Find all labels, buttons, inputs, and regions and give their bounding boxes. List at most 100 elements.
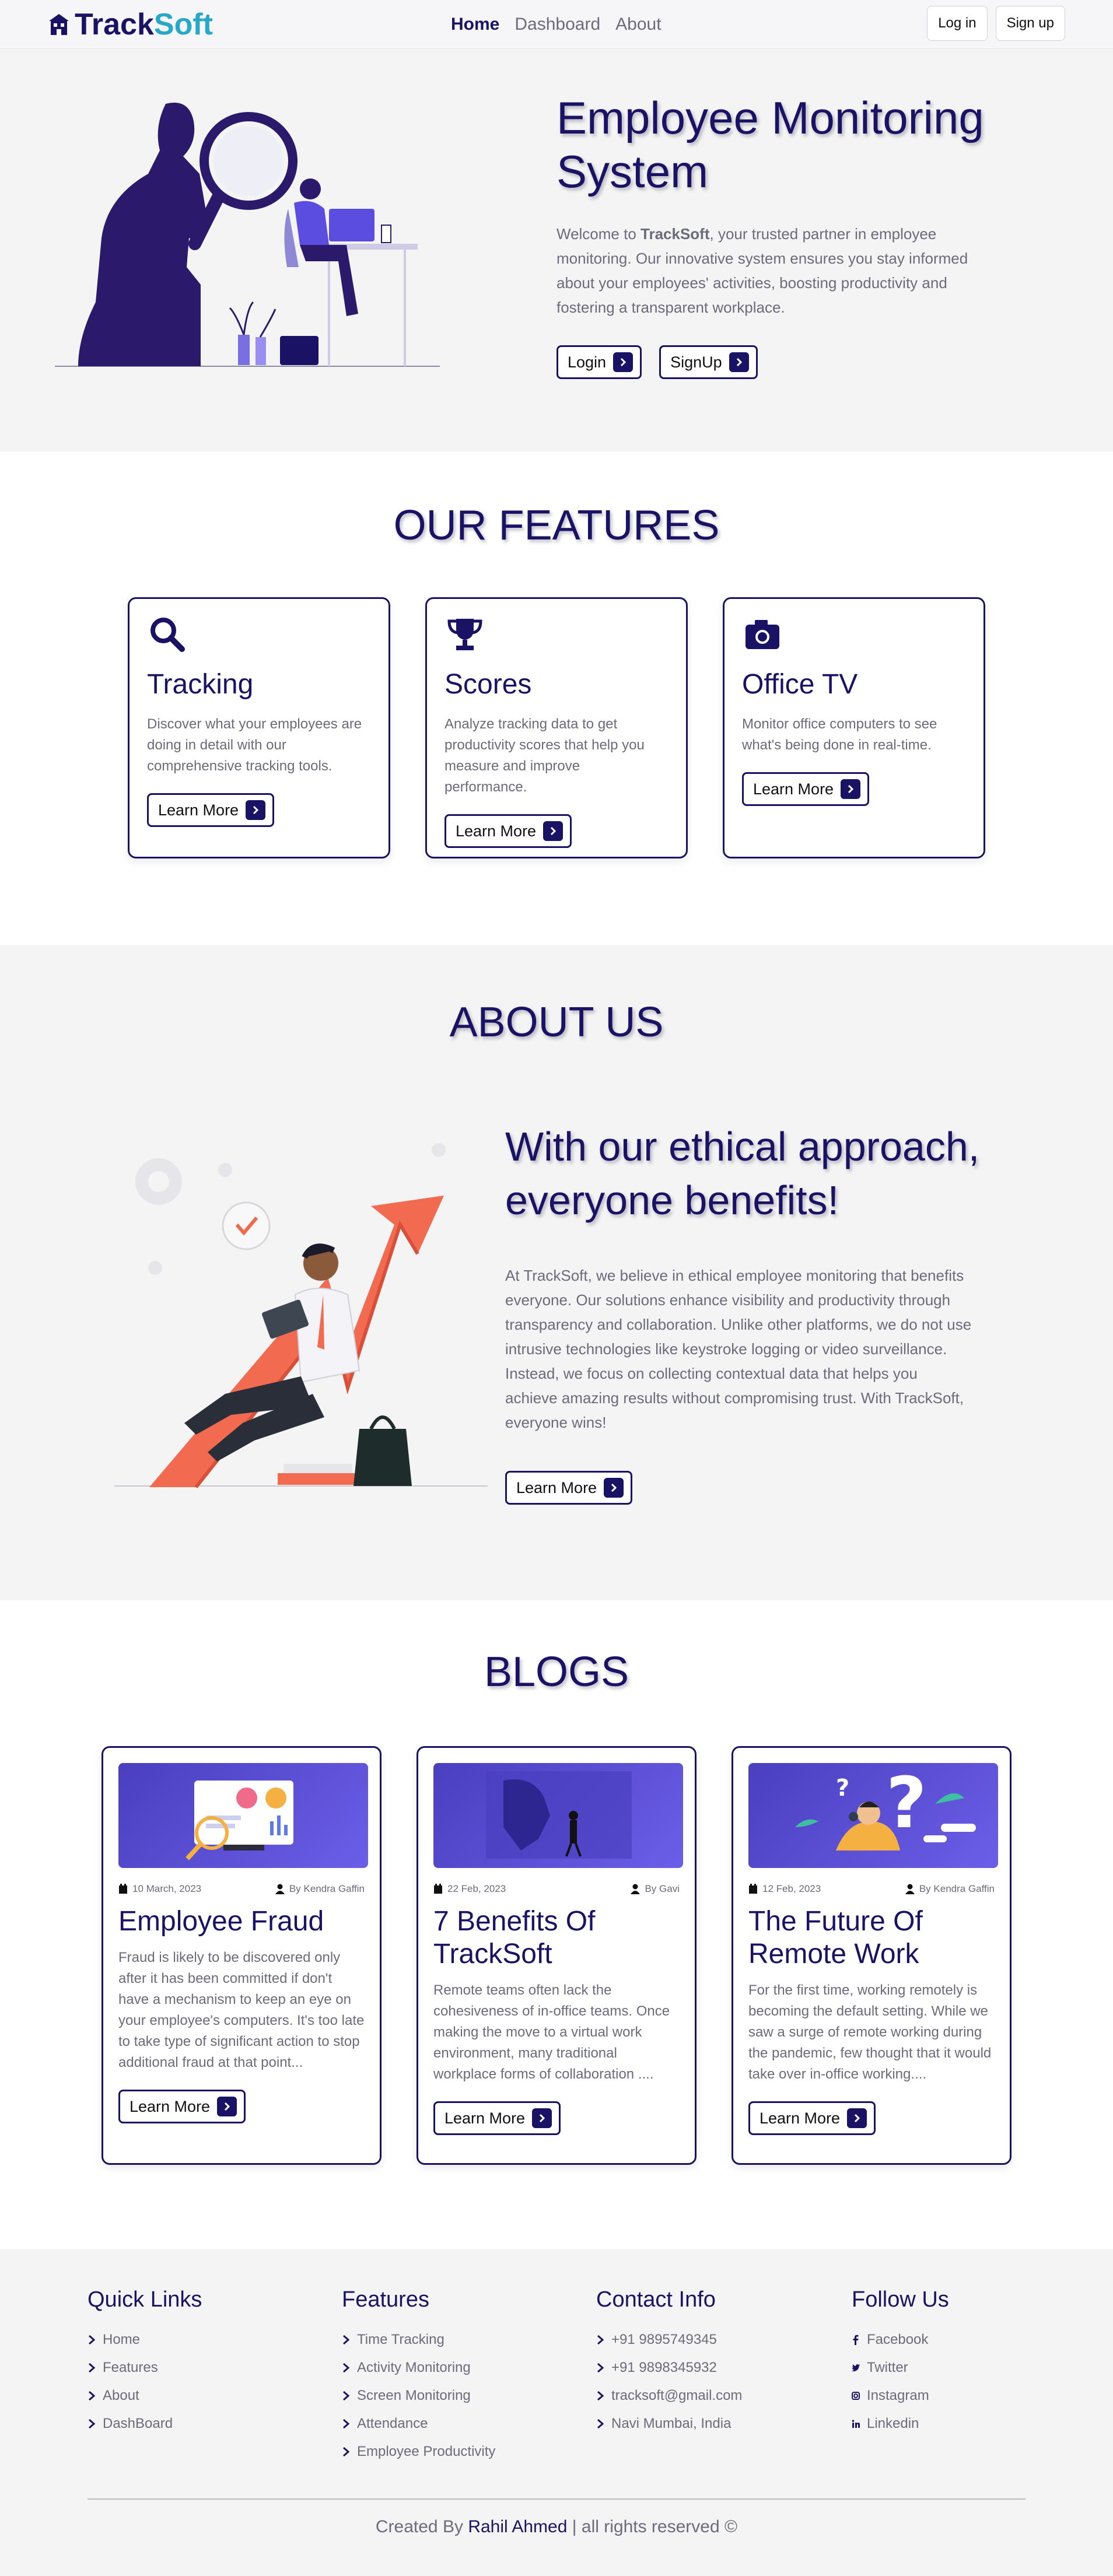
growth-illustration xyxy=(114,1143,488,1488)
about-text: With our ethical approach, everyone bene… xyxy=(505,1120,1030,1505)
svg-text:?: ? xyxy=(836,1775,849,1802)
about-learn-more-button[interactable]: Learn More xyxy=(505,1471,633,1505)
footer-link-time-tracking[interactable]: Time Tracking xyxy=(342,2326,495,2354)
blog-card: 22 Feb, 2023 By Gavi 7 Benefits Of Track… xyxy=(416,1746,696,2165)
chevron-right-icon xyxy=(343,2447,350,2457)
learn-more-label: Learn More xyxy=(456,822,537,840)
feature-description: Analyze tracking data to get productivit… xyxy=(444,716,645,795)
blog-title[interactable]: 7 Benefits Of TrackSoft xyxy=(433,1905,680,1971)
login-button[interactable]: Log in xyxy=(927,6,988,41)
chevron-right-icon xyxy=(597,2419,604,2429)
about-description: At TrackSoft, we believe in ethical empl… xyxy=(505,1267,972,1431)
nav-link-dashboard[interactable]: Dashboard xyxy=(514,14,600,35)
chevron-right-icon xyxy=(217,2097,237,2116)
silhouette-illustration xyxy=(486,1771,632,1859)
hero-title: Employee Monitoring System xyxy=(556,92,984,197)
footer-link-attendance[interactable]: Attendance xyxy=(342,2410,495,2438)
chevron-right-icon xyxy=(729,352,749,372)
footer-quick-links: Quick Links Home Features About DashBoar… xyxy=(88,2286,202,2438)
footer-link-twitter[interactable]: Twitter xyxy=(852,2354,949,2382)
learn-more-button[interactable]: Learn More xyxy=(433,2101,561,2135)
hero-signup-label: SignUp xyxy=(670,353,722,371)
learn-more-label: Learn More xyxy=(444,2109,526,2127)
blog-image xyxy=(433,1763,683,1868)
signup-button[interactable]: Sign up xyxy=(995,6,1065,41)
footer-link-facebook[interactable]: Facebook xyxy=(852,2326,949,2354)
learn-more-button[interactable]: Learn More xyxy=(444,814,572,848)
camera-icon xyxy=(746,620,779,649)
brand-track: Track xyxy=(75,8,154,41)
instagram-icon xyxy=(852,2392,860,2400)
footer-link-features[interactable]: Features xyxy=(88,2354,202,2382)
chevron-right-icon xyxy=(246,800,266,820)
chevron-right-icon xyxy=(89,2335,96,2345)
calendar-icon xyxy=(119,1884,127,1894)
chevron-right-icon xyxy=(343,2335,350,2345)
footer-link-linkedin[interactable]: Linkedin xyxy=(852,2410,949,2438)
feature-card-scores: Scores Analyze tracking data to get prod… xyxy=(425,597,688,858)
learn-more-button[interactable]: Learn More xyxy=(118,2090,246,2123)
footer-link-dashboard[interactable]: DashBoard xyxy=(88,2410,202,2438)
twitter-icon xyxy=(852,2364,860,2372)
learn-more-button[interactable]: Learn More xyxy=(742,772,870,806)
blog-date: 10 March, 2023 xyxy=(118,1883,201,1895)
top-navbar: TrackSoft Home Dashboard About Log in Si… xyxy=(0,0,1113,49)
linkedin-icon xyxy=(852,2420,860,2428)
feature-card-office-tv: Office TV Monitor office computers to se… xyxy=(723,597,985,858)
blog-title[interactable]: Employee Fraud xyxy=(118,1905,365,1938)
hero-text: Employee Monitoring System Welcome to Tr… xyxy=(556,91,1000,379)
brand-soft: Soft xyxy=(153,8,213,41)
blog-meta: 22 Feb, 2023 By Gavi xyxy=(433,1883,680,1895)
feature-card-tracking: Tracking Discover what your employees ar… xyxy=(128,597,390,858)
hero-login-button[interactable]: Login xyxy=(556,345,642,379)
user-icon xyxy=(275,1884,285,1894)
footer-heading: Follow Us xyxy=(852,2287,949,2312)
footer-contact: Contact Info +91 9895749345 +91 98983459… xyxy=(596,2286,742,2438)
author-link[interactable]: Rahil Ahmed xyxy=(468,2517,567,2536)
footer-link-about[interactable]: About xyxy=(88,2382,202,2410)
feature-description: Monitor office computers to see what's b… xyxy=(742,716,937,753)
brand-logo[interactable]: TrackSoft xyxy=(48,7,213,42)
footer-link-screen-monitoring[interactable]: Screen Monitoring xyxy=(342,2382,495,2410)
chevron-right-icon xyxy=(343,2391,350,2401)
user-icon xyxy=(905,1884,915,1894)
blog-author: By Kendra Gaffin xyxy=(905,1883,995,1895)
chevron-right-icon xyxy=(597,2391,604,2401)
blog-image xyxy=(118,1763,368,1868)
learn-more-button[interactable]: Learn More xyxy=(147,793,275,827)
footer-address: Navi Mumbai, India xyxy=(596,2410,742,2438)
chevron-right-icon xyxy=(597,2363,604,2373)
features-title: OUR FEATURES xyxy=(393,502,720,549)
nav-link-home[interactable]: Home xyxy=(451,14,499,35)
feature-description: Discover what your employees are doing i… xyxy=(147,716,362,774)
calendar-icon xyxy=(749,1884,757,1894)
blog-excerpt: Fraud is likely to be discovered only af… xyxy=(118,1950,365,2070)
search-icon xyxy=(150,618,185,652)
blog-title[interactable]: The Future Of Remote Work xyxy=(748,1905,995,1971)
footer-link-employee-productivity[interactable]: Employee Productivity xyxy=(342,2438,495,2466)
chevron-right-icon xyxy=(89,2363,96,2373)
nav-link-about[interactable]: About xyxy=(615,14,661,35)
footer-link-instagram[interactable]: Instagram xyxy=(852,2382,949,2410)
blog-meta: 10 March, 2023 By Kendra Gaffin xyxy=(118,1883,365,1895)
building-icon xyxy=(49,14,69,35)
learn-more-button[interactable]: Learn More xyxy=(748,2101,876,2135)
chevron-right-icon xyxy=(841,779,861,799)
hero-section: Employee Monitoring System Welcome to Tr… xyxy=(0,49,1113,451)
about-title: ABOUT US xyxy=(449,999,664,1046)
about-heading: With our ethical approach, everyone bene… xyxy=(505,1124,980,1223)
footer-link-home[interactable]: Home xyxy=(88,2326,202,2354)
about-section: ABOUT US With our ethical approach, ever… xyxy=(0,945,1113,1600)
hero-signup-button[interactable]: SignUp xyxy=(659,345,758,379)
footer-email[interactable]: tracksoft@gmail.com xyxy=(596,2382,742,2410)
remote-work-illustration: ? ? xyxy=(795,1763,976,1850)
footer-heading: Contact Info xyxy=(596,2287,716,2312)
auth-buttons: Log in Sign up xyxy=(927,6,1065,41)
footer-features: Features Time Tracking Activity Monitori… xyxy=(342,2286,495,2466)
footer-link-activity-monitoring[interactable]: Activity Monitoring xyxy=(342,2354,495,2382)
chevron-right-icon xyxy=(89,2419,96,2429)
chevron-right-icon xyxy=(613,352,634,372)
footer-phone-1[interactable]: +91 9895749345 xyxy=(596,2326,742,2354)
footer-heading: Features xyxy=(342,2287,429,2312)
footer-phone-2[interactable]: +91 9898345932 xyxy=(596,2354,742,2382)
